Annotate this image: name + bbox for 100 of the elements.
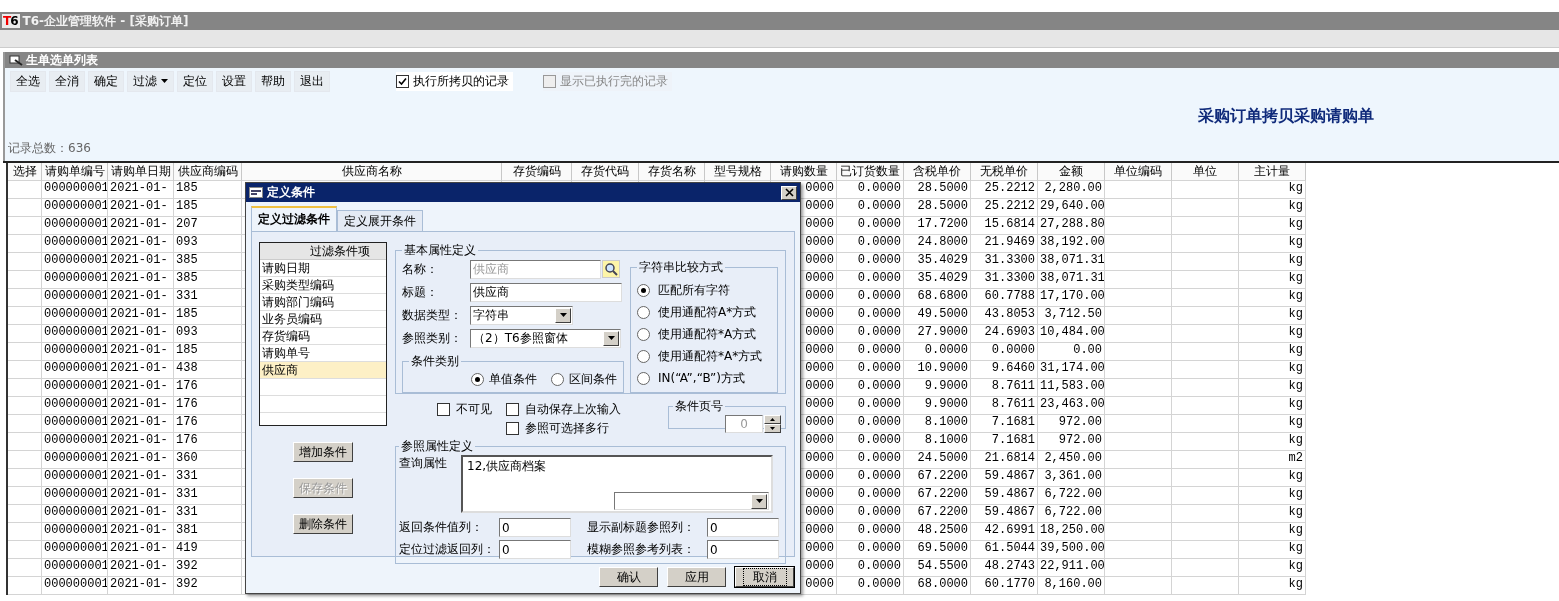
empty-cell: [1105, 541, 1172, 559]
query-field[interactable]: 12,供应商档案: [461, 455, 773, 513]
table-cell: 35.4029: [904, 271, 971, 289]
radio-button[interactable]: [471, 373, 484, 386]
list-item[interactable]: 请购日期: [260, 260, 386, 277]
empty-cell: [1172, 469, 1239, 487]
input-field[interactable]: 0: [499, 518, 571, 537]
input-field[interactable]: 供应商: [470, 282, 622, 302]
list-item[interactable]: 供应商: [260, 362, 386, 379]
list-item[interactable]: 采购类型编码: [260, 277, 386, 294]
list-item[interactable]: 业务员编码: [260, 311, 386, 328]
toolbar-button[interactable]: 帮助: [255, 70, 291, 92]
table-cell: 10.9000: [904, 361, 971, 379]
dropdown[interactable]: （2）T6参照窗体: [470, 328, 621, 348]
table-cell: 67.2200: [904, 469, 971, 487]
dialog-button[interactable]: 取消: [735, 567, 794, 587]
dropdown[interactable]: 字符串: [470, 305, 573, 325]
toolbar-button[interactable]: 设置: [216, 70, 252, 92]
dropdown-button[interactable]: 过滤: [127, 70, 174, 92]
table-cell: 25.2212: [971, 181, 1038, 199]
table-cell: kg: [1239, 469, 1306, 487]
column-header: 含税单价: [904, 163, 971, 181]
hand-icon: [9, 53, 23, 67]
radio-button[interactable]: [637, 372, 650, 385]
toolbar-button[interactable]: 退出: [294, 70, 330, 92]
table-cell: 2021-01-: [108, 289, 174, 307]
dialog-button[interactable]: 应用: [667, 567, 726, 587]
table-cell: 15.6814: [971, 217, 1038, 235]
condition-button[interactable]: 删除条件: [293, 514, 353, 534]
close-icon: [784, 188, 794, 197]
table-cell: kg: [1239, 343, 1306, 361]
spin-buttons[interactable]: [764, 415, 781, 433]
table-cell: 2021-01-: [108, 415, 174, 433]
table-cell: 392: [174, 559, 242, 577]
dialog-button[interactable]: 确认: [599, 567, 658, 587]
table-cell: 24.5000: [904, 451, 971, 469]
table-cell: 27,288.80: [1038, 217, 1105, 235]
table-cell: 2021-01-: [108, 271, 174, 289]
table-cell: 2,280.00: [1038, 181, 1105, 199]
table-cell: 11,583.00: [1038, 379, 1105, 397]
list-item[interactable]: 请购部门编码: [260, 294, 386, 311]
input-field[interactable]: 0: [499, 540, 571, 559]
table-cell: 2021-01-: [108, 343, 174, 361]
table-cell: 8.7611: [971, 379, 1038, 397]
radio-button[interactable]: [637, 306, 650, 319]
table-cell: 0.0000: [837, 235, 904, 253]
group-title: 条件页号: [674, 398, 724, 415]
column-header: 存货编码: [502, 163, 572, 181]
column-header: 无税单价: [971, 163, 1038, 181]
tab[interactable]: 定义展开条件: [337, 210, 423, 231]
close-button[interactable]: [781, 185, 797, 200]
table-cell: 0.0000: [837, 181, 904, 199]
table-cell: 381: [174, 523, 242, 541]
table-cell: 8.7611: [971, 397, 1038, 415]
empty-cell: [8, 181, 42, 199]
table-cell: 185: [174, 307, 242, 325]
column-header: 单位: [1172, 163, 1239, 181]
dropdown[interactable]: [614, 492, 769, 510]
table-cell: kg: [1239, 361, 1306, 379]
checkbox[interactable]: [396, 74, 409, 88]
toolbar-button[interactable]: 全消: [49, 70, 85, 92]
toolbar-button[interactable]: 定位: [177, 70, 213, 92]
table-cell: 2021-01-: [108, 307, 174, 325]
input-field[interactable]: 0: [707, 518, 779, 537]
table-cell: 68.0000: [904, 577, 971, 595]
table-cell: 185: [174, 199, 242, 217]
table-cell: 385: [174, 253, 242, 271]
tab[interactable]: 定义过滤条件: [251, 206, 337, 231]
field-label: 返回条件值列：: [399, 519, 484, 536]
table-cell: kg: [1239, 289, 1306, 307]
column-header: 单位编码: [1105, 163, 1172, 181]
checkbox[interactable]: [506, 422, 519, 435]
radio-label: 使用通配符*A方式: [658, 326, 757, 343]
empty-cell: [1172, 343, 1239, 361]
radio-button[interactable]: [551, 373, 564, 386]
table-cell: 24.8000: [904, 235, 971, 253]
toolbar-button[interactable]: 确定: [88, 70, 124, 92]
empty-cell: [8, 451, 42, 469]
radio-button[interactable]: [637, 284, 650, 297]
table-cell: 59.4867: [971, 487, 1038, 505]
checkbox[interactable]: [506, 403, 519, 416]
radio-button[interactable]: [637, 350, 650, 363]
empty-cell: [8, 253, 42, 271]
check-icon: [397, 75, 408, 87]
group-title: 字符串比较方式: [638, 259, 724, 276]
empty-cell: [1105, 343, 1172, 361]
checkbox[interactable]: [437, 403, 450, 416]
radio-button[interactable]: [637, 328, 650, 341]
list-item[interactable]: 存货编码: [260, 328, 386, 345]
toolbar-button[interactable]: 全选: [10, 70, 46, 92]
table-cell: 176: [174, 415, 242, 433]
table-cell: 38,192.00: [1038, 235, 1105, 253]
table-cell: 23,463.00: [1038, 397, 1105, 415]
input-field[interactable]: 0: [707, 540, 779, 559]
condition-button[interactable]: 增加条件: [293, 442, 353, 462]
search-button[interactable]: [602, 260, 620, 278]
empty-cell: [8, 217, 42, 235]
table-cell: 0.0000: [837, 379, 904, 397]
table-cell: kg: [1239, 379, 1306, 397]
empty-cell: [1172, 559, 1239, 577]
